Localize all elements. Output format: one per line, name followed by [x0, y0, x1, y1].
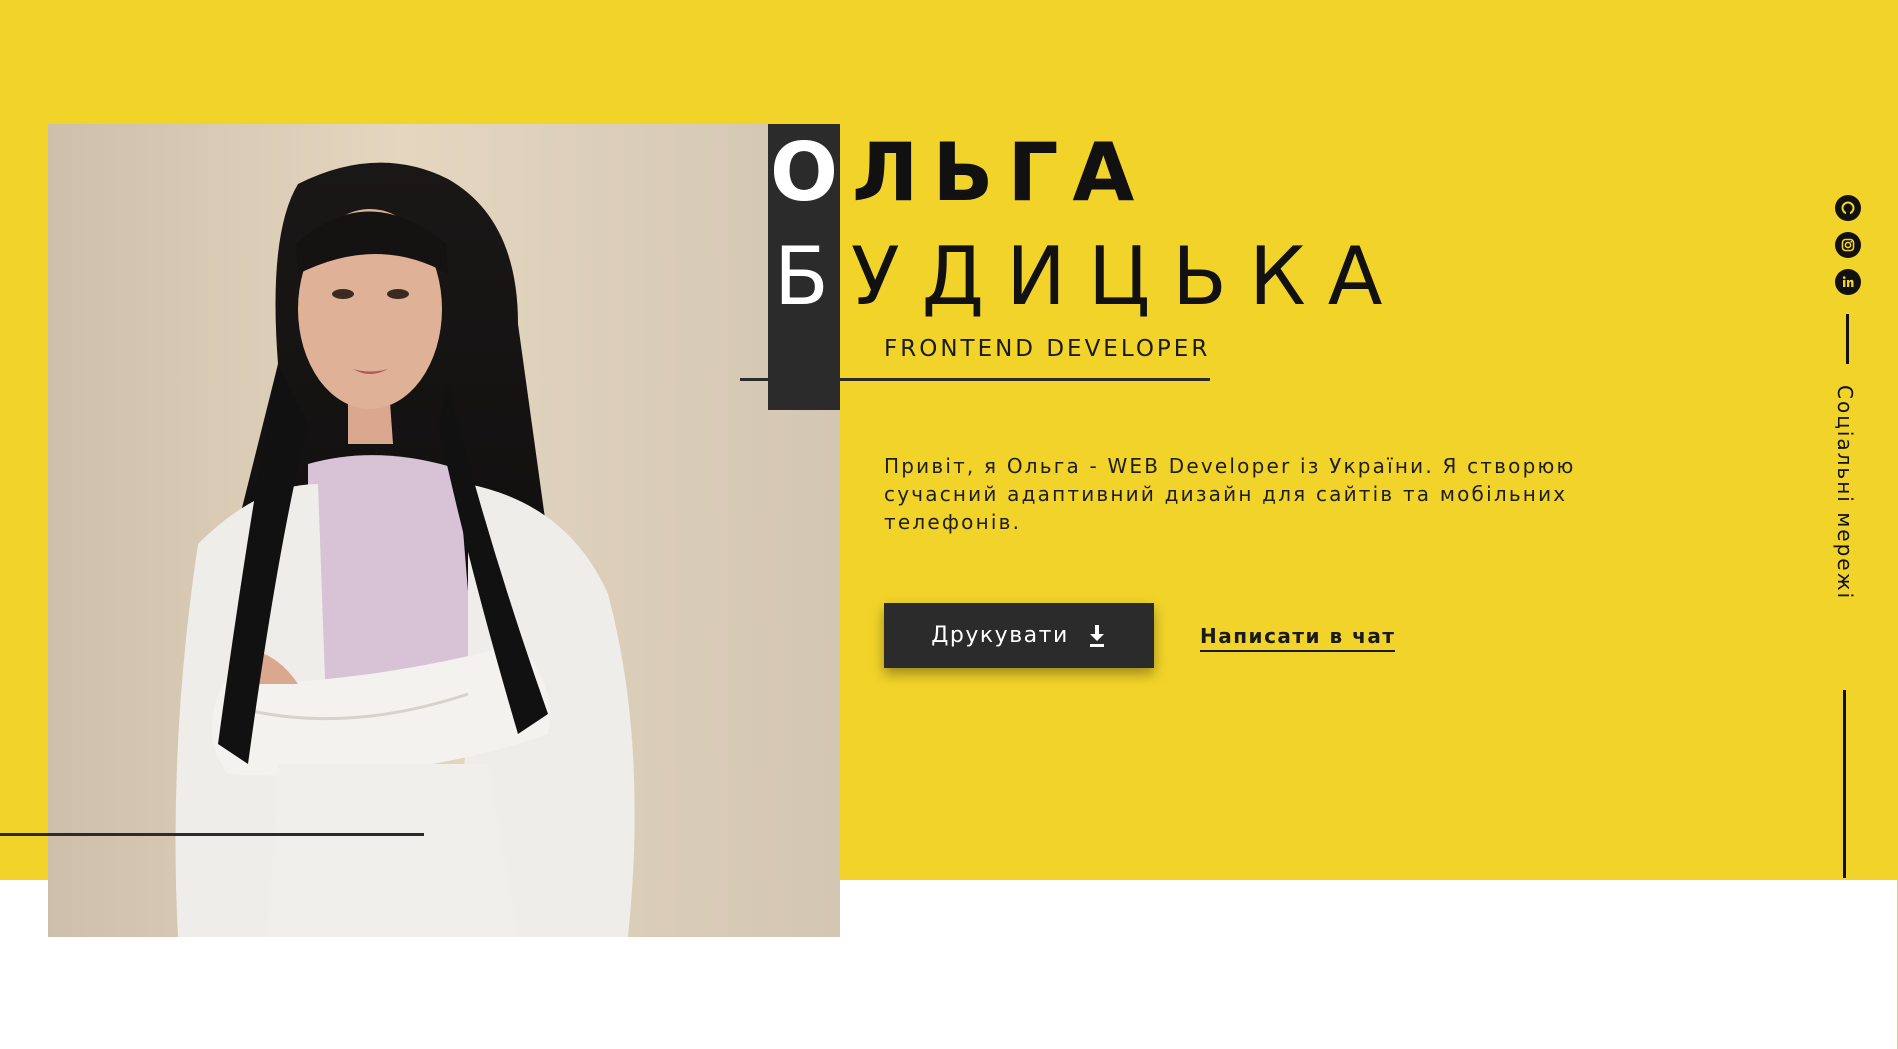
- social-divider-bottom: [1843, 690, 1846, 878]
- profile-photo: [48, 124, 840, 937]
- linkedin-icon[interactable]: [1835, 269, 1861, 295]
- role-title: FRONTEND DEVELOPER: [884, 336, 1211, 362]
- intro-text: Привіт, я Ольга - WEB Developer із Украї…: [884, 454, 1576, 534]
- photo-accent-line: [0, 833, 424, 836]
- first-name: ОЛЬГА: [770, 118, 1148, 228]
- download-icon: [1087, 624, 1107, 648]
- last-name-initial: Б: [774, 230, 851, 323]
- instagram-icon[interactable]: [1835, 232, 1861, 258]
- last-name: БУДИЦЬКА: [774, 222, 1405, 332]
- social-icons: [1835, 195, 1861, 295]
- print-button-label: Друкувати: [931, 623, 1069, 648]
- chat-link[interactable]: Написати в чат: [1200, 624, 1396, 652]
- title-underline: [740, 378, 1210, 381]
- first-name-initial: О: [770, 126, 853, 219]
- print-button[interactable]: Друкувати: [884, 603, 1154, 668]
- first-name-rest: ЛЬГА: [852, 126, 1149, 219]
- github-icon[interactable]: [1835, 195, 1861, 221]
- page: ОЛЬГА БУДИЦЬКА FRONTEND DEVELOPER Привіт…: [0, 0, 1898, 1049]
- social-divider-top: [1846, 314, 1849, 364]
- social-label: Соціальні мережі: [1833, 385, 1857, 601]
- last-name-rest: УДИЦЬКА: [850, 230, 1405, 323]
